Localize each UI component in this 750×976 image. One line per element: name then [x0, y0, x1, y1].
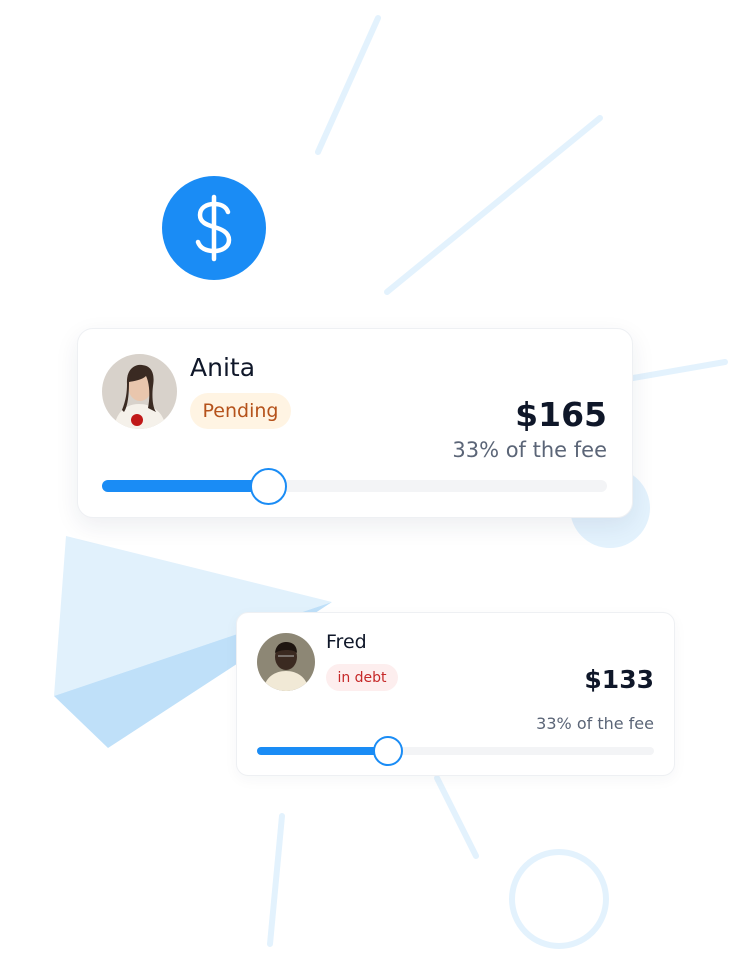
member-card-fred: Fred in debt $133 33% of the fee — [236, 612, 675, 776]
share-percent-text: 33% of the fee — [536, 714, 654, 733]
deco-line-right — [630, 359, 728, 381]
deco-line-bottom-left — [267, 813, 285, 947]
deco-line-diagonal — [384, 115, 603, 295]
member-name: Fred — [326, 631, 367, 653]
share-slider-handle[interactable] — [250, 468, 288, 505]
share-slider-track[interactable] — [102, 480, 607, 492]
avatar — [257, 633, 315, 691]
share-percent-text: 33% of the fee — [452, 438, 607, 462]
share-slider-track[interactable] — [257, 747, 654, 755]
status-badge: in debt — [326, 664, 398, 691]
deco-line-top — [315, 15, 381, 155]
avatar — [102, 354, 177, 429]
share-slider-fill — [257, 747, 388, 755]
deco-circle-outline — [509, 849, 609, 949]
member-name: Anita — [190, 353, 256, 382]
dollar-icon — [195, 194, 232, 262]
avatar-anita — [102, 354, 177, 429]
deco-line-lower — [434, 775, 479, 859]
share-slider-handle[interactable] — [373, 736, 403, 766]
avatar-fred — [257, 633, 315, 691]
status-badge: Pending — [190, 393, 291, 429]
dollar-badge — [162, 176, 266, 280]
share-slider-fill — [102, 480, 269, 492]
share-amount: $133 — [584, 665, 654, 694]
member-card-anita: Anita Pending $165 33% of the fee — [77, 328, 633, 518]
share-amount: $165 — [515, 395, 607, 434]
